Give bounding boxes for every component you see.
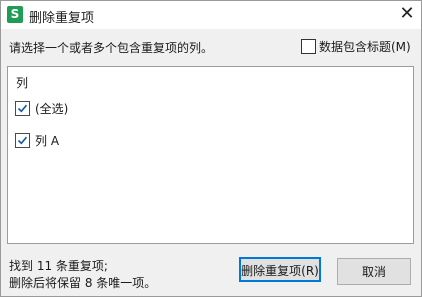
spreadsheet-app-icon: S (7, 6, 23, 23)
column-list: 列 (全选) 列 A (7, 66, 414, 244)
instruction-text: 请选择一个或者多个包含重复项的列。 (9, 41, 214, 55)
checkmark-icon (17, 136, 28, 145)
select-all-checkbox[interactable] (15, 101, 30, 116)
column-a-checkbox[interactable] (15, 133, 30, 148)
remove-duplicates-button[interactable]: 删除重复项(R) (239, 257, 321, 282)
column-list-header: 列 (16, 76, 29, 90)
unique-remaining-text: 删除后将保留 8 条唯一项。 (9, 276, 157, 290)
title-bar: S 删除重复项 ✕ (1, 1, 421, 29)
select-all-label: (全选) (35, 102, 69, 116)
remove-duplicates-dialog: S 删除重复项 ✕ 请选择一个或者多个包含重复项的列。 数据包含标题(M) 列 … (0, 0, 422, 297)
checkmark-icon (17, 104, 28, 113)
header-row-checkbox-label[interactable]: 数据包含标题(M) (319, 38, 411, 55)
window-title: 删除重复项 (29, 11, 95, 26)
cancel-button[interactable]: 取消 (337, 258, 411, 285)
close-button[interactable]: ✕ (393, 1, 421, 29)
column-a-label: 列 A (35, 134, 60, 148)
duplicates-found-text: 找到 11 条重复项; (9, 259, 108, 273)
header-row-checkbox[interactable] (301, 39, 316, 54)
close-icon: ✕ (399, 3, 415, 24)
